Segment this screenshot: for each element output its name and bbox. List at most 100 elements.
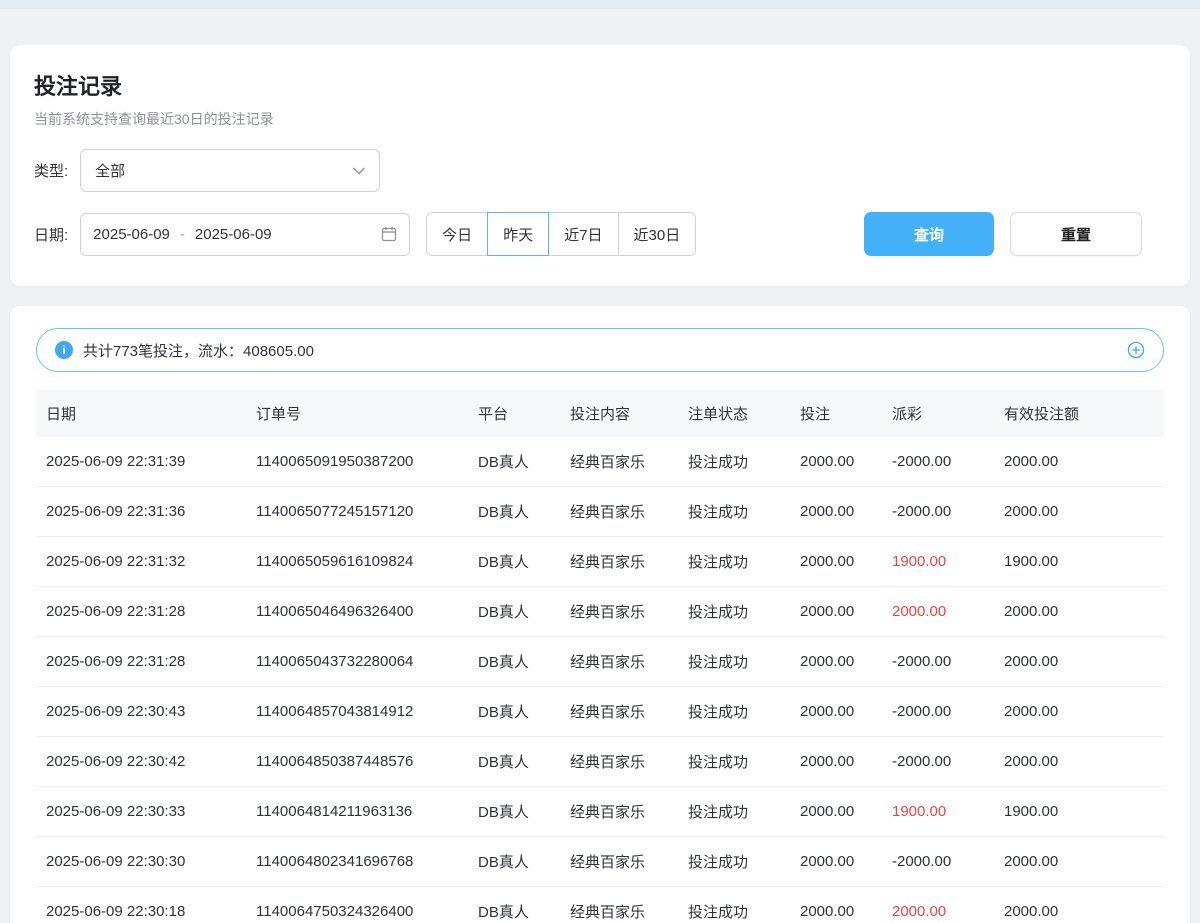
type-select[interactable]: 全部 <box>80 149 380 192</box>
cell-payout: -2000.00 <box>882 737 994 787</box>
cell-content: 经典百家乐 <box>560 487 678 537</box>
quick-date-group: 今日昨天近7日近30日 <box>426 212 696 256</box>
cell-date: 2025-06-09 22:31:36 <box>36 487 246 537</box>
page-title: 投注记录 <box>34 69 1166 101</box>
quick-date-button[interactable]: 昨天 <box>487 212 549 256</box>
cell-order: 1140064750324326400 <box>246 887 468 923</box>
date-range-input[interactable]: 2025-06-09 - 2025-06-09 <box>80 213 410 256</box>
cell-bet: 2000.00 <box>790 787 882 837</box>
cell-date: 2025-06-09 22:31:28 <box>36 587 246 637</box>
query-button[interactable]: 查询 <box>864 212 994 256</box>
cell-bet: 2000.00 <box>790 737 882 787</box>
cell-status: 投注成功 <box>678 587 790 637</box>
cell-platform: DB真人 <box>468 487 560 537</box>
cell-status: 投注成功 <box>678 787 790 837</box>
quick-date-button[interactable]: 近7日 <box>548 212 618 256</box>
date-label: 日期: <box>34 224 68 245</box>
cell-valid: 2000.00 <box>994 587 1164 637</box>
table-row: 2025-06-09 22:30:181140064750324326400DB… <box>36 887 1164 923</box>
cell-content: 经典百家乐 <box>560 887 678 923</box>
cell-bet: 2000.00 <box>790 537 882 587</box>
chevron-down-icon <box>353 167 365 175</box>
cell-bet: 2000.00 <box>790 837 882 887</box>
cell-platform: DB真人 <box>468 687 560 737</box>
cell-order: 1140065046496326400 <box>246 587 468 637</box>
cell-bet: 2000.00 <box>790 487 882 537</box>
cell-date: 2025-06-09 22:31:39 <box>36 437 246 487</box>
cell-bet: 2000.00 <box>790 887 882 923</box>
cell-payout: -2000.00 <box>882 437 994 487</box>
column-header: 订单号 <box>246 390 468 437</box>
cell-order: 1140065059616109824 <box>246 537 468 587</box>
date-filter-row: 日期: 2025-06-09 - 2025-06-09 今日昨天近7日近30日 … <box>34 212 1166 256</box>
cell-payout: -2000.00 <box>882 487 994 537</box>
date-end-value: 2025-06-09 <box>195 226 272 243</box>
cell-order: 1140064814211963136 <box>246 787 468 837</box>
quick-date-button[interactable]: 今日 <box>426 212 488 256</box>
top-strip <box>0 0 1200 9</box>
cell-platform: DB真人 <box>468 837 560 887</box>
table-row: 2025-06-09 22:31:391140065091950387200DB… <box>36 437 1164 487</box>
cell-payout: -2000.00 <box>882 837 994 887</box>
cell-date: 2025-06-09 22:31:32 <box>36 537 246 587</box>
quick-date-button[interactable]: 近30日 <box>618 212 697 256</box>
cell-status: 投注成功 <box>678 837 790 887</box>
table-row: 2025-06-09 22:31:281140065046496326400DB… <box>36 587 1164 637</box>
filter-panel: 投注记录 当前系统支持查询最近30日的投注记录 类型: 全部 日期: 2025-… <box>10 45 1190 286</box>
cell-content: 经典百家乐 <box>560 687 678 737</box>
cell-valid: 2000.00 <box>994 487 1164 537</box>
cell-content: 经典百家乐 <box>560 787 678 837</box>
cell-date: 2025-06-09 22:30:30 <box>36 837 246 887</box>
cell-platform: DB真人 <box>468 537 560 587</box>
cell-date: 2025-06-09 22:30:18 <box>36 887 246 923</box>
cell-order: 1140064802341696768 <box>246 837 468 887</box>
cell-content: 经典百家乐 <box>560 537 678 587</box>
table-body: 2025-06-09 22:31:391140065091950387200DB… <box>36 437 1164 923</box>
cell-valid: 2000.00 <box>994 837 1164 887</box>
cell-status: 投注成功 <box>678 487 790 537</box>
column-header: 日期 <box>36 390 246 437</box>
table-row: 2025-06-09 22:31:321140065059616109824DB… <box>36 537 1164 587</box>
calendar-icon <box>381 226 397 242</box>
cell-valid: 2000.00 <box>994 437 1164 487</box>
cell-platform: DB真人 <box>468 637 560 687</box>
cell-status: 投注成功 <box>678 537 790 587</box>
cell-status: 投注成功 <box>678 737 790 787</box>
table-row: 2025-06-09 22:31:281140065043732280064DB… <box>36 637 1164 687</box>
type-label: 类型: <box>34 160 68 181</box>
table-row: 2025-06-09 22:30:421140064850387448576DB… <box>36 737 1164 787</box>
table-row: 2025-06-09 22:30:431140064857043814912DB… <box>36 687 1164 737</box>
cell-platform: DB真人 <box>468 737 560 787</box>
plus-circle-icon[interactable] <box>1127 341 1145 359</box>
cell-payout: 2000.00 <box>882 887 994 923</box>
cell-order: 1140064850387448576 <box>246 737 468 787</box>
cell-content: 经典百家乐 <box>560 437 678 487</box>
cell-payout: -2000.00 <box>882 687 994 737</box>
cell-payout: 1900.00 <box>882 787 994 837</box>
cell-valid: 2000.00 <box>994 737 1164 787</box>
cell-date: 2025-06-09 22:30:43 <box>36 687 246 737</box>
records-table: 日期订单号平台投注内容注单状态投注派彩有效投注额 2025-06-09 22:3… <box>36 390 1164 923</box>
column-header: 平台 <box>468 390 560 437</box>
cell-valid: 2000.00 <box>994 637 1164 687</box>
cell-status: 投注成功 <box>678 687 790 737</box>
cell-payout: -2000.00 <box>882 637 994 687</box>
cell-content: 经典百家乐 <box>560 637 678 687</box>
column-header: 投注 <box>790 390 882 437</box>
table-row: 2025-06-09 22:30:331140064814211963136DB… <box>36 787 1164 837</box>
date-separator: - <box>180 226 185 243</box>
column-header: 投注内容 <box>560 390 678 437</box>
cell-valid: 2000.00 <box>994 687 1164 737</box>
cell-content: 经典百家乐 <box>560 737 678 787</box>
cell-payout: 1900.00 <box>882 537 994 587</box>
summary-banner: i 共计773笔投注，流水：408605.00 <box>36 328 1164 372</box>
cell-payout: 2000.00 <box>882 587 994 637</box>
cell-bet: 2000.00 <box>790 637 882 687</box>
reset-button[interactable]: 重置 <box>1010 212 1142 256</box>
cell-date: 2025-06-09 22:30:42 <box>36 737 246 787</box>
cell-platform: DB真人 <box>468 587 560 637</box>
cell-platform: DB真人 <box>468 887 560 923</box>
cell-valid: 1900.00 <box>994 787 1164 837</box>
cell-date: 2025-06-09 22:30:33 <box>36 787 246 837</box>
cell-bet: 2000.00 <box>790 587 882 637</box>
